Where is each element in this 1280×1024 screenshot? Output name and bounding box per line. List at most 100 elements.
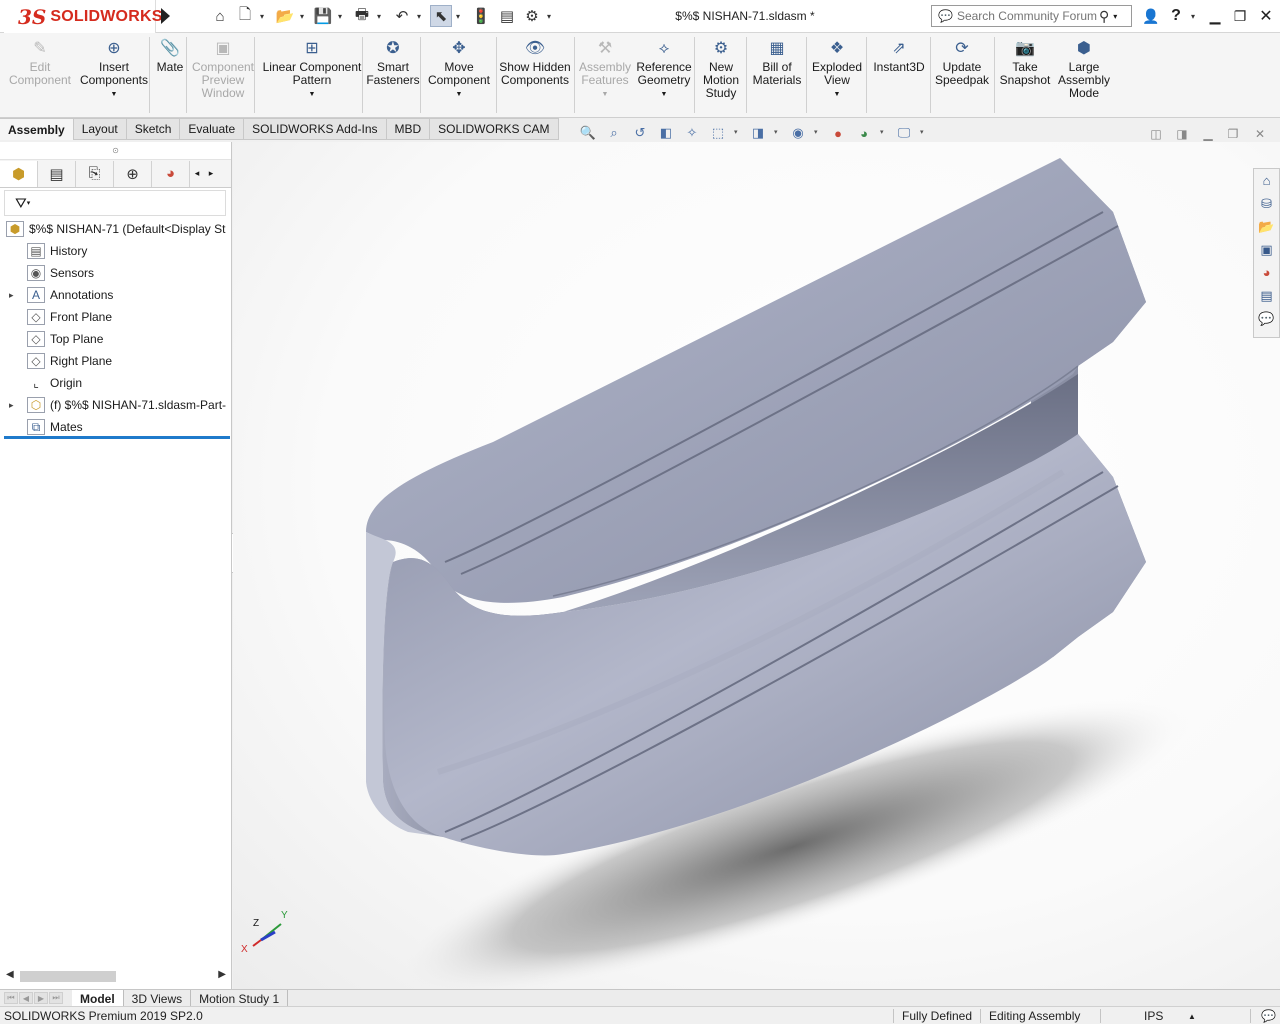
large-assembly-mode-button[interactable]: ⬢ Large Assembly Mode — [1056, 37, 1112, 100]
tree-item-origin[interactable]: ⌞ Origin — [0, 372, 231, 394]
reference-geometry-button[interactable]: ⟡ Reference Geometry ▼ — [634, 37, 694, 101]
home-icon[interactable]: ⌂ — [209, 5, 231, 27]
tab-sketch[interactable]: Sketch — [126, 118, 181, 140]
menu-expand-arrow-icon[interactable] — [161, 8, 170, 24]
assembly-features-dropdown-icon[interactable]: ▼ — [602, 88, 609, 101]
new-document-icon[interactable]: 🗋 — [234, 5, 256, 27]
tree-item-mates[interactable]: ⧉ Mates — [0, 416, 231, 438]
tree-item-annotations[interactable]: ▸ A Annotations — [0, 284, 231, 306]
file-properties-icon[interactable]: ▤ — [496, 5, 518, 27]
view-orientation-dropdown-icon[interactable]: ▾ — [734, 128, 738, 136]
document-tile-left-icon[interactable]: ◫ — [1146, 124, 1166, 144]
feature-manager-tree-icon[interactable]: ⬢ — [0, 160, 38, 187]
undo-icon[interactable]: ↶ — [391, 5, 413, 27]
edit-appearance-icon[interactable]: ● — [828, 123, 848, 143]
component-preview-window-button[interactable]: ▣ Component Preview Window — [190, 37, 256, 100]
section-view-icon[interactable]: ◧ — [656, 123, 676, 143]
insert-components-button[interactable]: ⊕ Insert Components ▼ — [78, 37, 150, 101]
new-document-dropdown-icon[interactable]: ▾ — [260, 12, 264, 21]
select-arrow-icon[interactable]: ⬉ — [430, 5, 452, 27]
unit-system-dropdown-icon[interactable]: ▲ — [1188, 1012, 1196, 1021]
tree-item-sensors[interactable]: ◉ Sensors — [0, 262, 231, 284]
dimxpert-manager-icon[interactable]: ⊕ — [114, 160, 152, 187]
rebuild-traffic-light-icon[interactable]: 🚦 — [470, 5, 492, 27]
configuration-manager-icon[interactable]: ⎘ — [76, 160, 114, 187]
document-close-icon[interactable]: ✕ — [1250, 124, 1270, 144]
dynamic-annotation-icon[interactable]: ✧ — [682, 123, 702, 143]
minimize-icon[interactable]: ▁ — [1203, 4, 1227, 28]
expand-arrow-icon[interactable]: ▸ — [9, 400, 27, 411]
save-dropdown-icon[interactable]: ▾ — [338, 12, 342, 21]
document-tile-right-icon[interactable]: ◨ — [1172, 124, 1192, 144]
display-style-dropdown-icon[interactable]: ▾ — [774, 128, 778, 136]
model-3d-view[interactable]: Z Y X — [233, 142, 1280, 990]
tree-item-history[interactable]: ▤ History — [0, 240, 231, 262]
open-folder-dropdown-icon[interactable]: ▾ — [300, 12, 304, 21]
tree-item-right-plane[interactable]: ◇ Right Plane — [0, 350, 231, 372]
file-explorer-icon[interactable]: 📂 — [1254, 215, 1279, 238]
options-gear-icon[interactable]: ⚙ — [521, 5, 543, 27]
options-gear-dropdown-icon[interactable]: ▾ — [547, 12, 551, 21]
linear-component-pattern-button[interactable]: ⊞ Linear Component Pattern ▼ — [259, 37, 365, 101]
first-tab-icon[interactable]: ⏮ — [4, 992, 18, 1004]
tab-solidworks-cam[interactable]: SOLIDWORKS CAM — [430, 118, 559, 140]
comment-bubble-icon[interactable]: 💬 — [1261, 1009, 1276, 1023]
update-speedpak-button[interactable]: ⟳ Update Speedpak — [933, 37, 991, 87]
take-snapshot-button[interactable]: 📷 Take Snapshot — [998, 37, 1052, 87]
open-folder-icon[interactable]: 📂 — [274, 5, 296, 27]
solidworks-logo[interactable]: 3S SOLIDWORKS — [4, 0, 162, 33]
last-tab-icon[interactable]: ⏭ — [49, 992, 63, 1004]
document-minimize-icon[interactable]: ▁ — [1198, 124, 1218, 144]
print-icon[interactable]: 🖶 — [351, 5, 373, 27]
property-manager-icon[interactable]: ▤ — [38, 160, 76, 187]
next-tab-icon[interactable]: ▶ — [34, 992, 48, 1004]
move-component-dropdown-icon[interactable]: ▼ — [456, 88, 463, 101]
reference-geometry-dropdown-icon[interactable]: ▼ — [661, 88, 668, 101]
previous-view-icon[interactable]: ↺ — [630, 123, 650, 143]
search-input[interactable] — [956, 9, 1097, 23]
apply-scene-dropdown-icon[interactable]: ▾ — [880, 128, 884, 136]
new-motion-study-button[interactable]: ⚙ New Motion Study — [699, 37, 743, 100]
design-library-icon[interactable]: ⛁ — [1254, 192, 1279, 215]
tree-item-nishan-71-default-display-st[interactable]: ⬢ $%$ NISHAN-71 (Default<Display St — [0, 218, 231, 240]
solidworks-resources-home-icon[interactable]: ⌂ — [1254, 169, 1279, 192]
view-settings-monitor-icon[interactable]: 🖵 — [894, 123, 914, 143]
expand-arrow-icon[interactable]: ▸ — [9, 290, 27, 301]
tabs-scroll-left-icon[interactable]: ◂ — [190, 168, 204, 179]
tabs-scroll-right-icon[interactable]: ▸ — [204, 168, 218, 179]
hide-show-dropdown-icon[interactable]: ▾ — [814, 128, 818, 136]
unit-system[interactable]: IPS — [1144, 1009, 1163, 1023]
tab-assembly[interactable]: Assembly — [0, 118, 74, 140]
zoom-to-area-icon[interactable]: ⌕ — [604, 123, 624, 143]
tree-horizontal-scrollbar[interactable]: ◀ ▶ — [4, 968, 228, 984]
rollback-bar[interactable] — [4, 436, 230, 439]
solidworks-forum-icon[interactable]: 💬 — [1254, 307, 1279, 330]
tab-mbd[interactable]: MBD — [386, 118, 431, 140]
edit-component-button[interactable]: ✎ Edit Component — [8, 37, 72, 87]
document-restore-icon[interactable]: ❐ — [1223, 124, 1243, 144]
display-style-icon[interactable]: ◨ — [748, 123, 768, 143]
search-community-forum[interactable]: 💬 ⚲ ▾ — [931, 5, 1132, 27]
bottom-tab-motion-study-1[interactable]: Motion Study 1 — [191, 990, 289, 1007]
display-manager-icon[interactable]: ◕ — [152, 160, 190, 187]
view-settings-dropdown-icon[interactable]: ▾ — [920, 128, 924, 136]
instant3d-button[interactable]: ⇗ Instant3D — [869, 37, 929, 74]
save-icon[interactable]: 💾 — [312, 5, 334, 27]
tree-item-front-plane[interactable]: ◇ Front Plane — [0, 306, 231, 328]
help-dropdown-icon[interactable]: ▾ — [1191, 12, 1195, 21]
tree-item-f-nishan-71-sldasm-part[interactable]: ▸ ⬡ (f) $%$ NISHAN-71.sldasm-Part- — [0, 394, 231, 416]
filter-funnel-icon[interactable]: ⛛ — [15, 195, 27, 212]
tab-solidworks-add-ins[interactable]: SOLIDWORKS Add-Ins — [244, 118, 387, 140]
graphics-area[interactable]: Z Y X — [233, 142, 1280, 990]
search-icon[interactable]: ⚲ — [1099, 8, 1109, 25]
show-hidden-components-button[interactable]: 👁 Show Hidden Components — [498, 37, 572, 87]
bill-of-materials-button[interactable]: ▦ Bill of Materials — [749, 37, 805, 87]
move-component-button[interactable]: ✥ Move Component ▼ — [424, 37, 494, 101]
tab-evaluate[interactable]: Evaluate — [180, 118, 245, 140]
print-dropdown-icon[interactable]: ▾ — [377, 12, 381, 21]
search-dropdown-icon[interactable]: ▾ — [1113, 12, 1117, 21]
mate-button[interactable]: 📎 Mate — [152, 37, 188, 74]
user-account-icon[interactable]: 👤 — [1139, 4, 1163, 28]
undo-dropdown-icon[interactable]: ▾ — [417, 12, 421, 21]
zoom-to-fit-icon[interactable]: 🔍 — [578, 123, 598, 143]
